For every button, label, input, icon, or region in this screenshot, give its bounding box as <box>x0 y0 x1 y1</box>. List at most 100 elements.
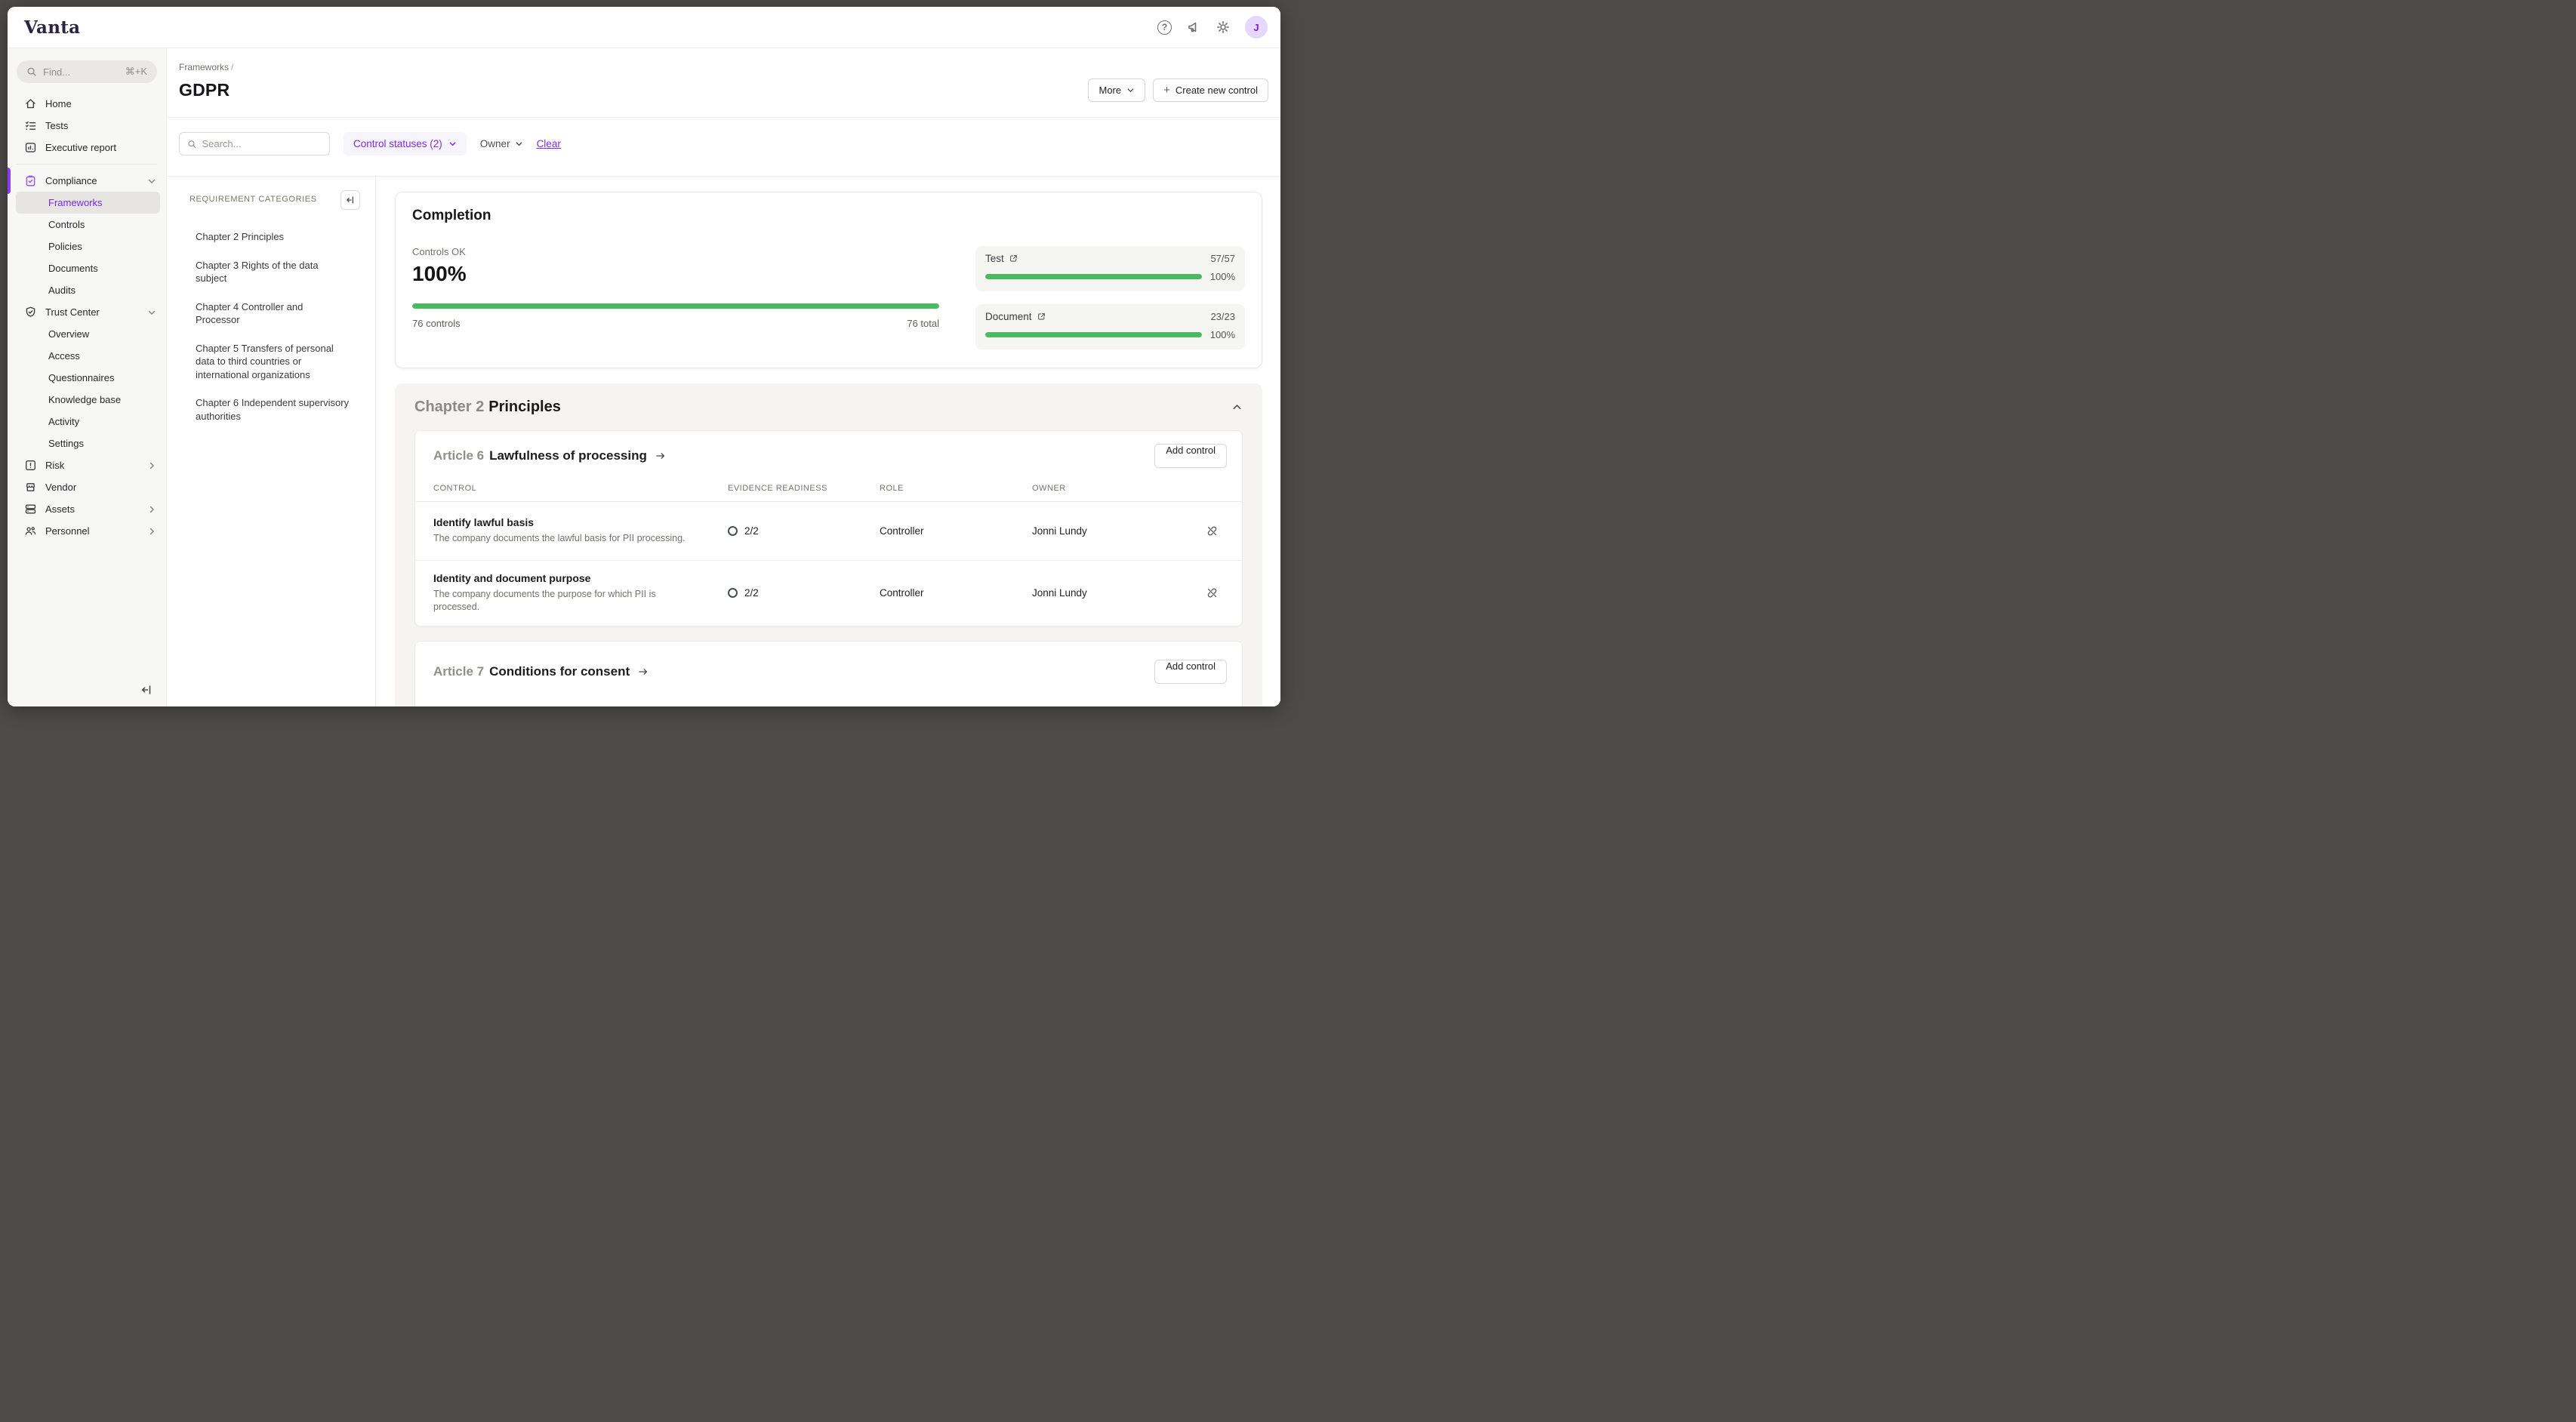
add-control-button[interactable]: Add control <box>1154 444 1227 468</box>
control-name[interactable]: Identify lawful basis <box>433 516 728 528</box>
sidebar-item-executive-report[interactable]: Executive report <box>8 137 166 159</box>
create-new-control-button[interactable]: + Create new control <box>1153 78 1268 102</box>
sidebar-item-trust-center[interactable]: Trust Center <box>8 301 166 323</box>
sidebar-label-risk: Risk <box>45 460 64 471</box>
completion-progress-bar <box>412 303 939 309</box>
category-item[interactable]: Chapter 6 Independent supervisory author… <box>196 396 350 423</box>
chevron-up-icon <box>1231 402 1243 413</box>
assets-icon <box>24 503 37 516</box>
category-item[interactable]: Chapter 3 Rights of the data subject <box>196 259 350 285</box>
sidebar-label-knowledge-base: Knowledge base <box>48 394 121 405</box>
document-stat-block: Document 23/23 100% <box>975 304 1245 349</box>
find-placeholder: Find... <box>43 66 70 78</box>
chapter-name: Principles <box>488 399 561 415</box>
document-progress-bar <box>985 332 1202 337</box>
chevron-right-icon <box>147 527 156 536</box>
clear-filters-link[interactable]: Clear <box>537 138 561 149</box>
table-row[interactable]: Identify lawful basis The company docume… <box>415 502 1242 561</box>
control-statuses-filter[interactable]: Control statuses (2) <box>344 132 467 155</box>
sidebar-item-risk[interactable]: Risk <box>8 454 166 476</box>
sidebar-item-audits[interactable]: Audits <box>16 279 160 301</box>
article-name[interactable]: Conditions for consent <box>489 664 630 679</box>
evidence-count: 2/2 <box>744 587 759 599</box>
role-value: Controller <box>880 525 1032 537</box>
sidebar-item-controls[interactable]: Controls <box>16 214 160 235</box>
help-icon[interactable]: ? <box>1157 20 1172 35</box>
external-link-icon[interactable] <box>1037 312 1046 322</box>
evidence-ring-icon <box>728 526 738 536</box>
vanta-logo: Vanta <box>24 17 80 38</box>
sidebar-label-vendor: Vendor <box>45 482 76 493</box>
test-progress-bar <box>985 274 1202 279</box>
test-stat-block: Test 57/57 100% <box>975 246 1245 291</box>
category-item[interactable]: Chapter 2 Principles <box>196 230 350 244</box>
sidebar-item-personnel[interactable]: Personnel <box>8 520 166 542</box>
article-name[interactable]: Lawfulness of processing <box>489 448 647 463</box>
global-find-input[interactable]: Find... ⌘+K <box>17 60 157 83</box>
sidebar-item-questionnaires[interactable]: Questionnaires <box>16 367 160 389</box>
arrow-right-icon[interactable] <box>637 666 649 678</box>
collapse-section-button[interactable] <box>1231 402 1243 413</box>
test-stat-label: Test <box>985 253 1004 264</box>
more-button[interactable]: More <box>1088 78 1145 102</box>
sidebar-item-access[interactable]: Access <box>16 345 160 367</box>
search-icon <box>187 139 196 149</box>
control-name[interactable]: Identity and document purpose <box>433 572 728 584</box>
announcements-icon[interactable] <box>1186 20 1201 35</box>
arrow-right-icon[interactable] <box>655 450 667 462</box>
sidebar-item-home[interactable]: Home <box>8 93 166 115</box>
sidebar-label-audits: Audits <box>48 285 75 296</box>
external-link-icon[interactable] <box>1009 254 1018 263</box>
user-avatar[interactable]: J <box>1245 16 1268 38</box>
add-control-button[interactable]: Add control <box>1154 660 1227 684</box>
unlink-icon[interactable] <box>1197 586 1227 599</box>
category-item[interactable]: Chapter 5 Transfers of personal data to … <box>196 342 350 382</box>
create-new-control-label: Create new control <box>1176 85 1258 96</box>
control-description: The company documents the purpose for wh… <box>433 588 709 614</box>
sidebar-item-frameworks[interactable]: Frameworks <box>16 192 160 214</box>
controls-ok-label: Controls OK <box>412 246 939 257</box>
sidebar-item-vendor[interactable]: Vendor <box>8 476 166 498</box>
sidebar-label-controls: Controls <box>48 219 85 230</box>
sidebar-item-documents[interactable]: Documents <box>16 257 160 279</box>
sidebar-item-tests[interactable]: Tests <box>8 115 166 137</box>
compliance-clipboard-icon <box>24 174 37 187</box>
page-header: Frameworks/ GDPR More + Create new contr… <box>167 48 1280 118</box>
plus-icon: + <box>1163 84 1170 97</box>
sidebar-label-tests: Tests <box>45 120 68 131</box>
control-statuses-label: Control statuses (2) <box>353 138 442 149</box>
search-input[interactable] <box>202 138 322 149</box>
sidebar-item-settings[interactable]: Settings <box>16 432 160 454</box>
breadcrumb-frameworks[interactable]: Frameworks <box>179 62 229 72</box>
table-row[interactable]: Identity and document purpose The compan… <box>415 561 1242 626</box>
sidebar-label-assets: Assets <box>45 503 75 515</box>
owner-value: Jonni Lundy <box>1032 525 1197 537</box>
risk-icon <box>24 459 37 472</box>
sidebar-item-overview[interactable]: Overview <box>16 323 160 345</box>
search-box[interactable] <box>179 132 330 155</box>
owner-filter[interactable]: Owner <box>480 138 523 149</box>
sidebar-item-assets[interactable]: Assets <box>8 498 166 520</box>
panel-collapse-button[interactable] <box>340 190 360 210</box>
app-window: Vanta ? J Find... ⌘+K Home <box>8 7 1280 706</box>
sidebar-label-home: Home <box>45 98 72 109</box>
sidebar-item-policies[interactable]: Policies <box>16 235 160 257</box>
completion-percent: 100% <box>412 262 939 286</box>
sidebar-item-compliance[interactable]: Compliance <box>8 170 166 192</box>
search-icon <box>26 66 37 77</box>
sidebar-collapse-button[interactable] <box>127 676 166 706</box>
more-button-label: More <box>1098 85 1121 96</box>
evidence-ring-icon <box>728 588 738 598</box>
unlink-icon[interactable] <box>1197 525 1227 537</box>
document-stat-count: 23/23 <box>1210 311 1235 322</box>
test-stat-count: 57/57 <box>1210 253 1235 264</box>
breadcrumb-separator: / <box>231 62 233 72</box>
sidebar-item-knowledge-base[interactable]: Knowledge base <box>16 389 160 411</box>
personnel-icon <box>24 525 37 537</box>
chevron-right-icon <box>147 461 156 470</box>
chevron-down-icon <box>147 177 156 186</box>
category-item[interactable]: Chapter 4 Controller and Processor <box>196 300 350 327</box>
sidebar-item-activity[interactable]: Activity <box>16 411 160 432</box>
sidebar-label-documents: Documents <box>48 263 98 274</box>
gear-icon[interactable] <box>1216 20 1231 35</box>
